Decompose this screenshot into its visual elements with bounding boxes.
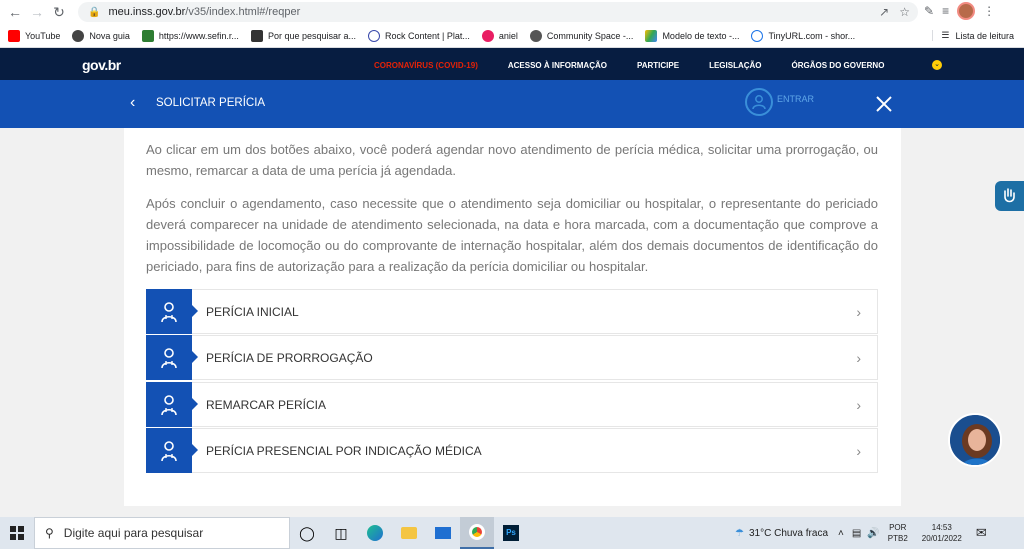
notification-icon[interactable]: ✉	[976, 525, 987, 541]
gov-bar: gov.br CORONAVÍRUS (COVID-19) ACESSO À I…	[0, 48, 1024, 80]
lock-icon: 🔒	[88, 6, 101, 18]
reload-icon[interactable]: ↻	[48, 1, 70, 23]
system-tray: ☂ 31°C Chuva fraca ˄ ▤ 🔊 POR PTB2 14:53 …	[735, 517, 987, 549]
option-label: REMARCAR PERÍCIA	[206, 397, 327, 412]
youtube-icon	[8, 29, 20, 42]
virtual-assistant-avatar[interactable]	[948, 413, 1002, 467]
menu-icon[interactable]: ⋮	[983, 4, 995, 18]
chevron-right-icon: ›	[856, 349, 861, 366]
file-explorer-icon[interactable]	[392, 517, 426, 549]
govbr-logo[interactable]: gov.br	[82, 57, 121, 73]
bookmarks-bar: YouTube Nova guia https://www.sefin.r...…	[0, 24, 1024, 48]
browser-toolbar: ← → ↻ 🔒 meu.inss.gov.br /v35/index.html#…	[0, 0, 1024, 24]
reading-list-icon: ☰	[941, 30, 950, 40]
rock-content-icon	[368, 29, 380, 42]
weather-rain-icon: ☂	[735, 527, 744, 539]
forward-icon[interactable]: →	[26, 1, 48, 23]
url-path: /v35/index.html#/reqper	[185, 6, 301, 18]
search-icon: ⚲	[45, 526, 54, 540]
page-title: SOLICITAR PERÍCIA	[156, 97, 266, 109]
login-button[interactable]: ENTRAR	[745, 88, 814, 116]
chevron-up-icon[interactable]: ˄	[838, 528, 844, 539]
nav-orgaos-governo[interactable]: ÓRGÃOS DO GOVERNO	[792, 61, 885, 70]
task-view-icon[interactable]: ◫	[324, 517, 358, 549]
chevron-right-icon: ›	[856, 303, 861, 320]
windows-start-icon[interactable]	[0, 517, 34, 549]
chevron-right-icon: ›	[856, 396, 861, 413]
bookmark-rock-content[interactable]: Rock Content | Plat...	[368, 29, 470, 42]
nav-participe[interactable]: PARTICIPE	[637, 61, 679, 70]
option-pericia-presencial[interactable]: PERÍCIA PRESENCIAL POR INDICAÇÃO MÉDICA …	[146, 428, 878, 473]
taskbar-search-input[interactable]: ⚲ Digite aqui para pesquisar	[34, 517, 290, 549]
doctor-icon	[146, 382, 198, 427]
bookmark-youtube[interactable]: YouTube	[8, 29, 60, 42]
weather-widget[interactable]: ☂ 31°C Chuva fraca	[735, 528, 828, 539]
network-icon[interactable]: ▤	[852, 528, 861, 539]
edge-icon[interactable]	[358, 517, 392, 549]
login-label: ENTRAR	[777, 94, 815, 104]
back-icon[interactable]: ←	[4, 1, 26, 23]
clock[interactable]: 14:53 20/01/2022	[922, 522, 962, 544]
option-label: PERÍCIA INICIAL	[206, 304, 299, 319]
gov-nav: CORONAVÍRUS (COVID-19) ACESSO À INFORMAÇ…	[374, 61, 914, 70]
back-chevron-icon[interactable]: ‹	[130, 94, 135, 112]
bookmark-sefin[interactable]: https://www.sefin.r...	[141, 29, 239, 42]
option-label: PERÍCIA PRESENCIAL POR INDICAÇÃO MÉDICA	[206, 443, 482, 458]
sign-language-icon[interactable]	[995, 181, 1024, 211]
chrome-icon[interactable]	[460, 517, 494, 549]
instructions-paragraph: Após concluir o agendamento, caso necess…	[146, 196, 878, 274]
option-pericia-inicial[interactable]: PERÍCIA INICIAL ›	[146, 289, 878, 334]
option-pericia-prorrogacao[interactable]: PERÍCIA DE PRORROGAÇÃO ›	[146, 335, 878, 380]
chevron-down-icon[interactable]: ⌄	[932, 60, 942, 70]
tinyurl-icon	[751, 29, 764, 42]
doctor-icon	[146, 289, 198, 334]
search-placeholder: Digite aqui para pesquisar	[63, 526, 204, 540]
url-domain: meu.inss.gov.br	[108, 6, 186, 18]
close-icon[interactable]	[874, 94, 894, 114]
bookmark-star-icon[interactable]: ☆	[899, 5, 910, 19]
intro-paragraph: Ao clicar em um dos botões abaixo, você …	[146, 142, 878, 178]
doctor-icon	[146, 335, 198, 380]
option-label: PERÍCIA DE PRORROGAÇÃO	[206, 350, 373, 365]
globe-icon	[72, 29, 85, 42]
page-icon	[250, 29, 263, 42]
extensions-icon[interactable]: ✎	[924, 4, 934, 18]
photoshop-icon[interactable]: Ps	[494, 517, 528, 549]
bookmark-tinyurl[interactable]: TinyURL.com - shor...	[751, 29, 855, 42]
drive-icon	[645, 29, 658, 42]
volume-icon[interactable]: 🔊	[867, 528, 879, 539]
nav-legislacao[interactable]: LEGISLAÇÃO	[709, 61, 761, 70]
aniel-icon	[481, 29, 494, 42]
flag-icon	[141, 29, 154, 42]
main-content: Ao clicar em um dos botões abaixo, você …	[124, 128, 901, 506]
user-icon	[745, 88, 773, 116]
mail-icon[interactable]	[426, 517, 460, 549]
media-icon[interactable]: ≡	[942, 4, 949, 18]
bookmark-community[interactable]: Community Space -...	[529, 29, 633, 42]
language-indicator[interactable]: POR PTB2	[888, 522, 908, 544]
page-header: ‹ SOLICITAR PERÍCIA ENTRAR	[0, 80, 1024, 128]
share-icon[interactable]: ↗	[879, 5, 889, 19]
community-icon	[529, 29, 542, 42]
bookmark-por-que[interactable]: Por que pesquisar a...	[250, 29, 356, 42]
chevron-right-icon: ›	[856, 442, 861, 459]
option-remarcar-pericia[interactable]: REMARCAR PERÍCIA ›	[146, 382, 878, 427]
bookmark-nova-guia[interactable]: Nova guia	[72, 29, 130, 42]
nav-covid[interactable]: CORONAVÍRUS (COVID-19)	[374, 61, 478, 70]
bookmark-modelo[interactable]: Modelo de texto -...	[645, 29, 739, 42]
reading-list[interactable]: ☰ Lista de leitura	[932, 30, 1014, 41]
address-bar[interactable]: 🔒 meu.inss.gov.br /v35/index.html#/reqpe…	[78, 2, 918, 22]
bookmark-aniel[interactable]: aniel	[481, 29, 518, 42]
profile-avatar[interactable]	[957, 2, 976, 20]
windows-taskbar: ⚲ Digite aqui para pesquisar ◯ ◫ Ps ☂ 31…	[0, 517, 1024, 549]
cortana-icon[interactable]: ◯	[290, 517, 324, 549]
doctor-icon	[146, 428, 198, 473]
nav-acesso-informacao[interactable]: ACESSO À INFORMAÇÃO	[508, 61, 607, 70]
